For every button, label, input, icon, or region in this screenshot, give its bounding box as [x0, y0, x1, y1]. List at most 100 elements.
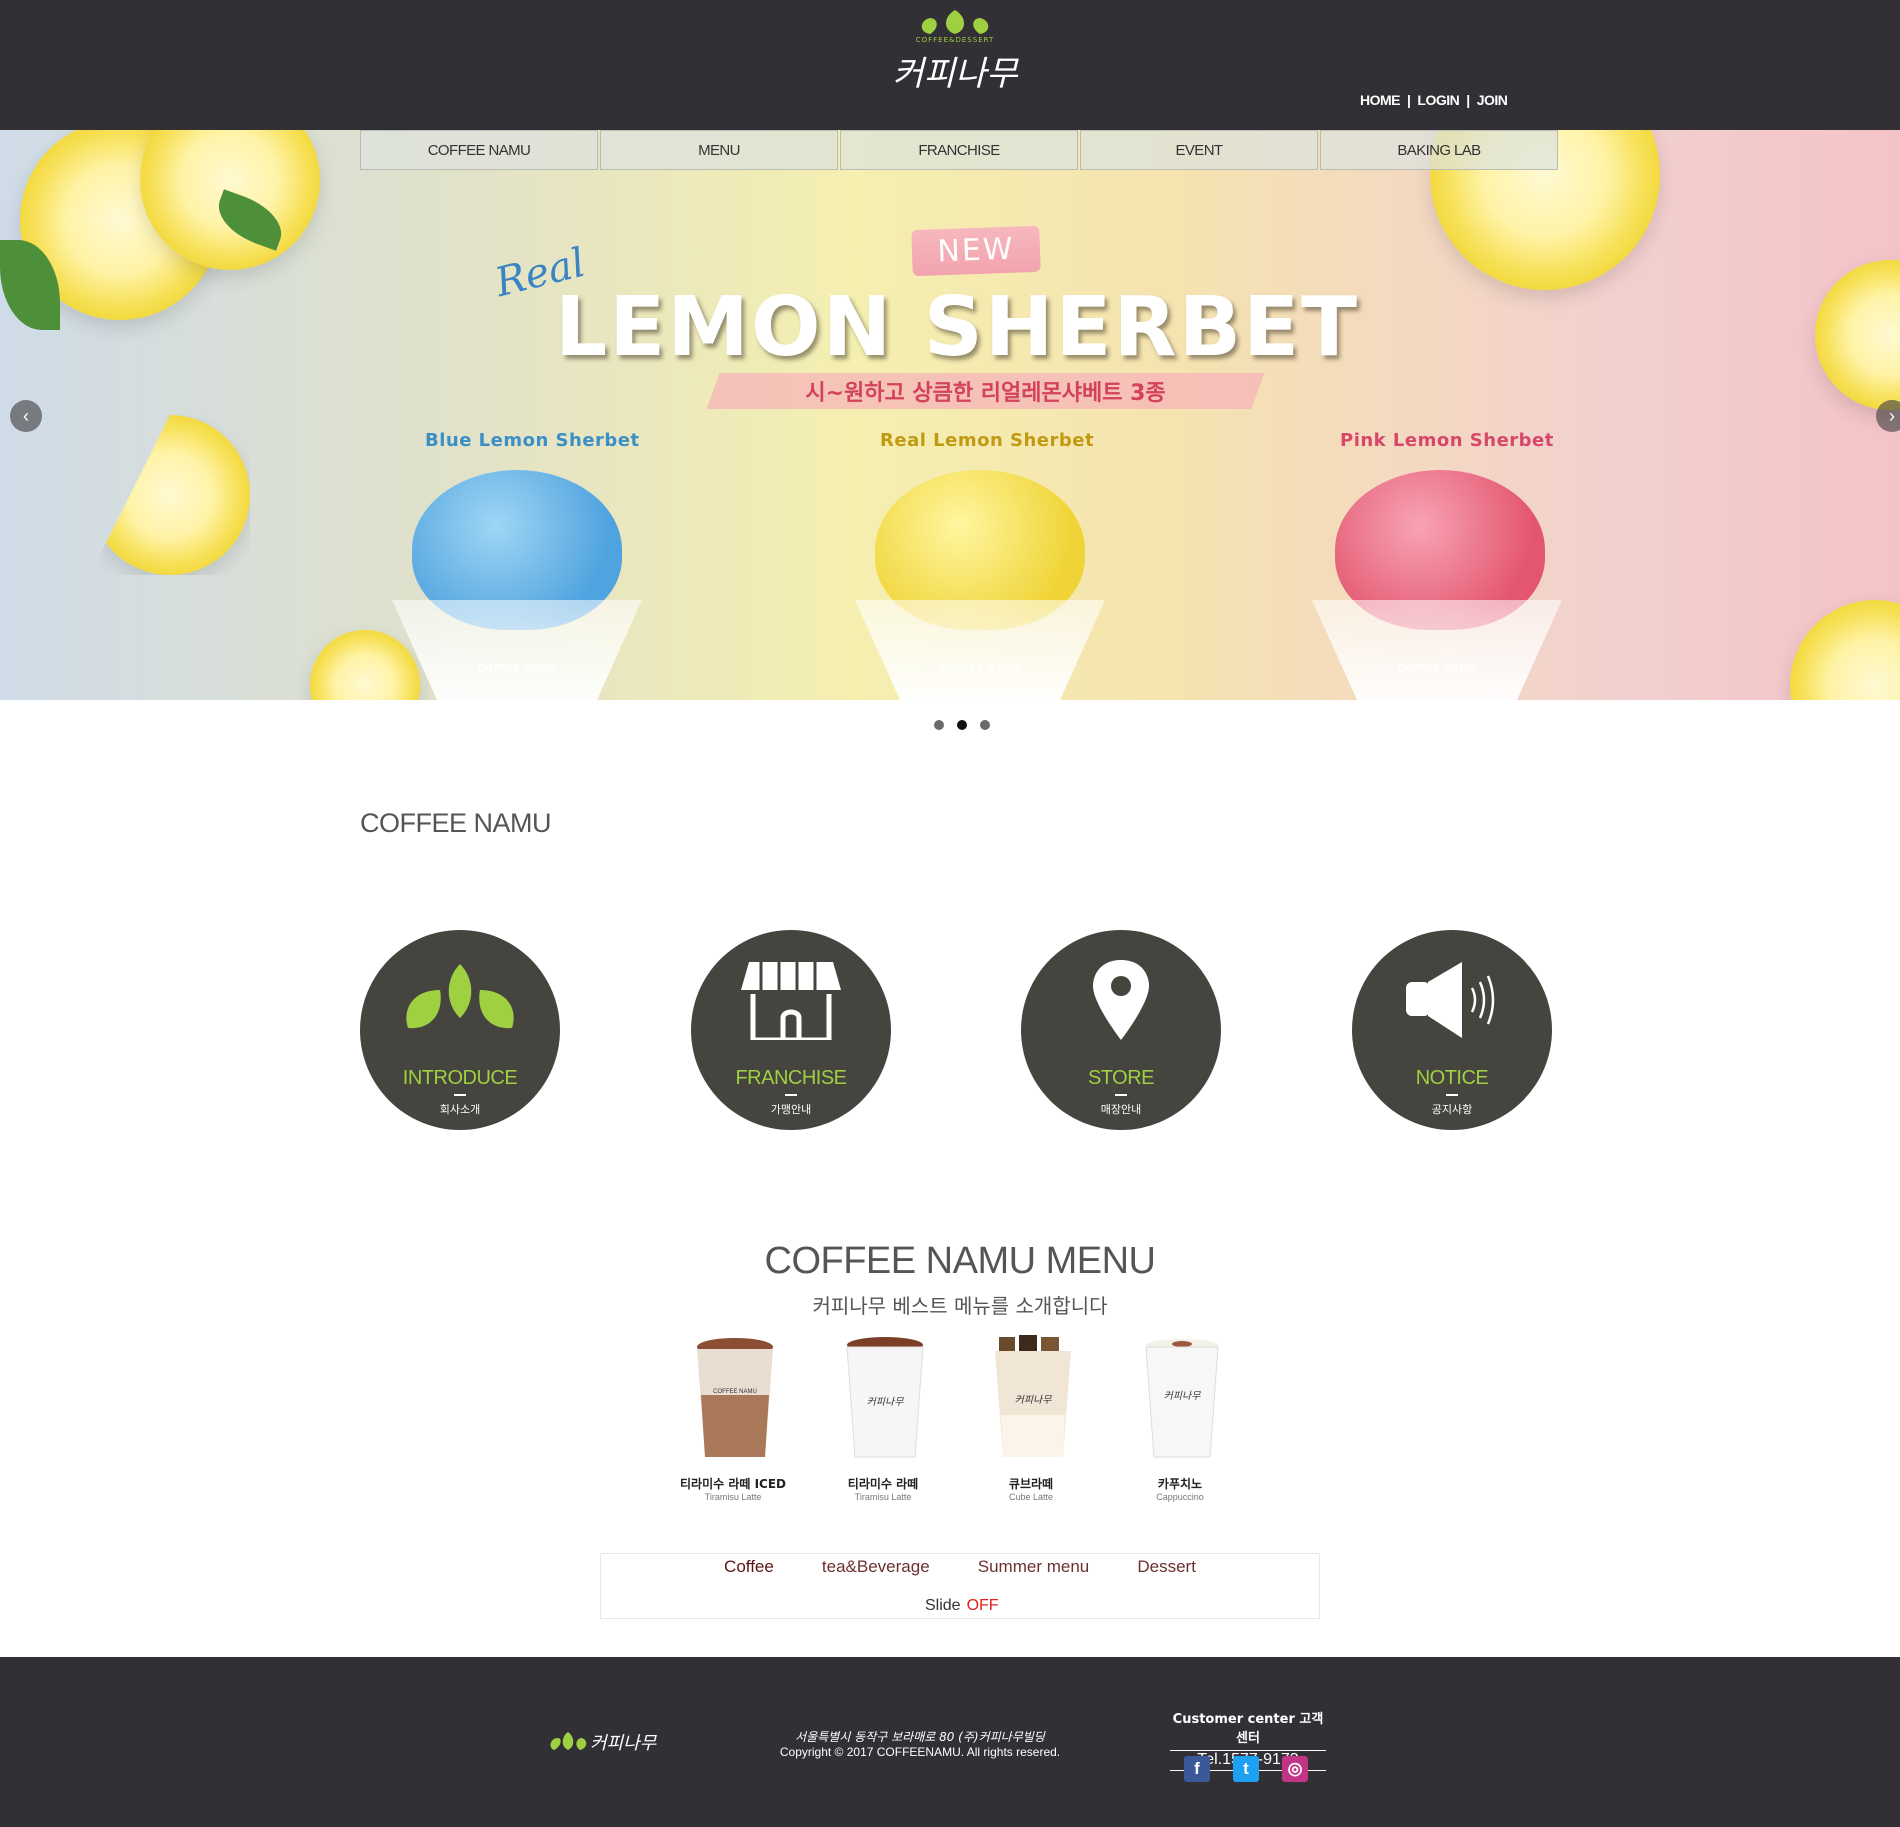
bowl-brand-label: COFFEE NAMU [477, 663, 557, 674]
join-link[interactable]: JOIN [1477, 92, 1508, 108]
tab-dessert[interactable]: Dessert [1137, 1557, 1196, 1577]
sherbet-bowl-image [1312, 600, 1562, 700]
slider-dot-1[interactable] [934, 720, 944, 730]
product-card[interactable]: 커피나무 카푸치노 Cappuccino [1120, 1335, 1240, 1502]
footer-address: 서울특별시 동작구 보라매로 80 (주)커피나무빌딩 [795, 1730, 1045, 1744]
introduce-button[interactable]: INTRODUCE 회사소개 [360, 930, 560, 1130]
tab-coffee[interactable]: Coffee [724, 1557, 774, 1577]
section-title: COFFEE NAMU [360, 808, 552, 838]
slide-toggle: Slide OFF [925, 1597, 999, 1615]
login-link[interactable]: LOGIN [1417, 92, 1459, 108]
menu-subtitle: 커피나무 베스트 메뉴를 소개합니다 [812, 1294, 1108, 1318]
brand-logo[interactable]: COFFEE&DESSERT 커피나무 [880, 8, 1030, 94]
nav-separator: | [1466, 92, 1470, 108]
flavor-label-pink: Pink Lemon Sherbet [1340, 430, 1554, 451]
lemon-slice-image [1790, 600, 1900, 700]
product-name: 티라미수 라떼 ICED [679, 1477, 787, 1491]
top-nav: HOME | LOGIN | JOIN [1360, 92, 1508, 110]
facebook-icon[interactable]: f [1184, 1756, 1210, 1782]
iced-latte-cup-image: COFFEE NAMU [697, 1338, 773, 1457]
flavor-label-blue: Blue Lemon Sherbet [425, 430, 640, 451]
introduce-label: INTRODUCE [402, 1067, 518, 1089]
franchise-sublabel: 가맹안내 [770, 1103, 812, 1116]
tab-tea-beverage[interactable]: tea&Beverage [822, 1557, 930, 1577]
twitter-icon[interactable]: t [1233, 1756, 1259, 1782]
hero-slider: COFFEE NAMU MENU FRANCHISE EVENT BAKING … [0, 130, 1900, 700]
notice-button[interactable]: NOTICE 공지사항 [1352, 930, 1552, 1130]
sherbet-bowl-image [855, 600, 1105, 700]
svg-text:커피나무: 커피나무 [1164, 1390, 1202, 1402]
cappuccino-cup-image: 커피나무 [1145, 1339, 1219, 1458]
nav-event[interactable]: EVENT [1080, 130, 1318, 170]
lemon-wedge-image [90, 415, 250, 575]
slider-dot-2[interactable] [957, 720, 967, 730]
product-name-en: Tiramisu Latte [854, 1492, 912, 1502]
hero-subtitle: 시~원하고 상큼한 리얼레몬샤베트 3종 [805, 381, 1166, 406]
flavor-label-yellow: Real Lemon Sherbet [880, 430, 1095, 451]
bowl-brand-label: COFFEE NAMU [1397, 663, 1477, 674]
divider [454, 1094, 466, 1096]
lemon-slice-image [1815, 260, 1900, 410]
hot-latte-cup-image: 커피나무 [846, 1337, 924, 1458]
home-link[interactable]: HOME [1360, 92, 1401, 108]
store-sublabel: 매장안내 [1100, 1103, 1142, 1116]
store-button[interactable]: STORE 매장안내 [1021, 930, 1221, 1130]
nav-franchise[interactable]: FRANCHISE [840, 130, 1078, 170]
product-card[interactable]: COFFEE NAMU 티라미수 라떼 ICED Tiramisu Latte [673, 1335, 793, 1502]
nav-coffee-namu[interactable]: COFFEE NAMU [360, 130, 598, 170]
product-name: 카푸치노 [1157, 1477, 1203, 1491]
slide-label: Slide [925, 1597, 961, 1614]
chevron-left-icon: ‹ [23, 406, 29, 426]
customer-center-label: Customer center 고객센터 [1172, 1712, 1324, 1746]
main-nav: COFFEE NAMU MENU FRANCHISE EVENT BAKING … [360, 130, 1560, 170]
store-label: STORE [1087, 1067, 1155, 1089]
nav-baking-lab[interactable]: BAKING LAB [1320, 130, 1558, 170]
shop-icon [741, 962, 841, 1040]
slider-next-button[interactable]: › [1876, 400, 1900, 432]
leaves-icon [406, 964, 514, 1029]
footer-leaves-logo-icon: 커피나무 [550, 1732, 658, 1754]
divider [785, 1094, 797, 1096]
svg-text:커피나무: 커피나무 [1015, 1394, 1053, 1406]
location-pin-icon [1093, 960, 1149, 1040]
megaphone-icon [1406, 962, 1495, 1038]
menu-title: COFFEE NAMU MENU [764, 1240, 1157, 1282]
new-badge: NEW [911, 225, 1041, 277]
sherbet-bowl-image [392, 600, 642, 700]
product-name: 티라미수 라떼 [847, 1477, 919, 1491]
tab-summer-menu[interactable]: Summer menu [978, 1557, 1089, 1577]
logo-tagline: COFFEE&DESSERT [915, 36, 995, 44]
notice-label: NOTICE [1415, 1067, 1489, 1089]
leaves-logo-icon [921, 10, 989, 34]
svg-text:COFFEE NAMU: COFFEE NAMU [713, 1389, 757, 1395]
product-name: 큐브라떼 [1008, 1477, 1054, 1491]
slide-off-toggle[interactable]: OFF [967, 1597, 999, 1614]
bowl-brand-label: COFFEE NAMU [940, 663, 1020, 674]
divider [1446, 1094, 1458, 1096]
footer-address-block: 서울특별시 동작구 보라매로 80 (주)커피나무빌딩 Copyright © … [740, 1730, 1100, 1760]
divider [1115, 1094, 1127, 1096]
slider-dot-3[interactable] [980, 720, 990, 730]
svg-text:커피나무: 커피나무 [867, 1396, 905, 1408]
instagram-icon[interactable]: ◎ [1282, 1756, 1308, 1782]
notice-sublabel: 공지사항 [1431, 1103, 1473, 1116]
slider-dots [934, 720, 990, 732]
franchise-label: FRANCHISE [735, 1067, 847, 1089]
nav-separator: | [1407, 92, 1411, 108]
footer-logo-text: 커피나무 [590, 1733, 658, 1754]
chevron-right-icon: › [1889, 406, 1895, 426]
product-name-en: Cappuccino [1156, 1492, 1204, 1502]
logo-text: 커피나무 [892, 54, 1018, 94]
product-name-en: Cube Latte [1008, 1492, 1054, 1502]
franchise-button[interactable]: FRANCHISE 가맹안내 [691, 930, 891, 1130]
cube-latte-cup-image: 커피나무 [995, 1335, 1071, 1457]
nav-menu[interactable]: MENU [600, 130, 838, 170]
product-card[interactable]: 커피나무 티라미수 라떼 Tiramisu Latte [823, 1335, 943, 1502]
product-card[interactable]: 커피나무 큐브라떼 Cube Latte [971, 1335, 1091, 1502]
slider-prev-button[interactable]: ‹ [10, 400, 42, 432]
hero-title: LEMON SHERBET [555, 280, 1360, 375]
footer-logo[interactable]: 커피나무 [548, 1726, 668, 1756]
introduce-sublabel: 회사소개 [439, 1103, 481, 1116]
menu-tabs: Coffee tea&Beverage Summer menu Dessert [700, 1557, 1220, 1577]
footer-copyright: Copyright © 2017 COFFEENAMU. All rights … [779, 1745, 1061, 1759]
